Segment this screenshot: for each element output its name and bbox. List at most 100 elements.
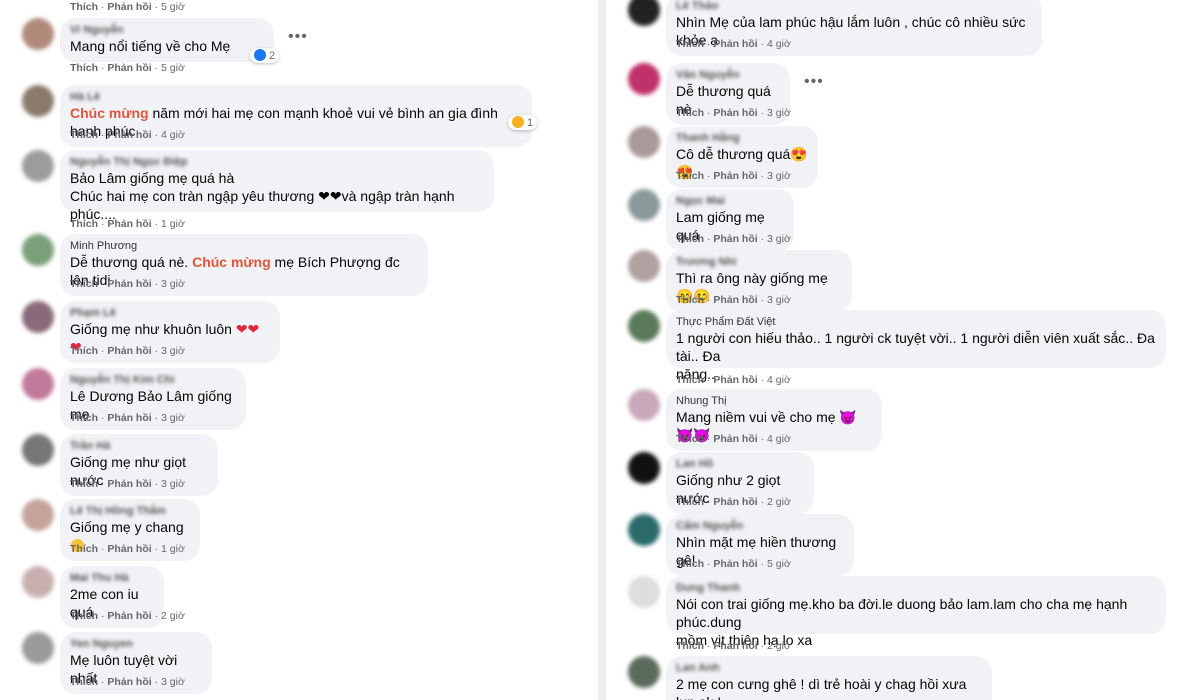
- avatar[interactable]: [628, 63, 660, 95]
- comment-time[interactable]: 3 giờ: [767, 233, 791, 245]
- reply-link[interactable]: Phản hồi: [107, 676, 151, 688]
- avatar[interactable]: [628, 656, 660, 688]
- commenter-name[interactable]: Trương Nhi: [676, 256, 842, 269]
- comment-time[interactable]: 4 giờ: [767, 38, 791, 50]
- like-link[interactable]: Thích: [70, 610, 98, 622]
- commenter-name[interactable]: Minh Phương: [70, 240, 418, 253]
- avatar[interactable]: [628, 189, 660, 221]
- like-link[interactable]: Thích: [70, 1, 98, 13]
- commenter-name[interactable]: Vân Nguyễn: [676, 69, 780, 82]
- reply-link[interactable]: Phản hồi: [713, 433, 757, 445]
- avatar[interactable]: [22, 301, 54, 333]
- avatar[interactable]: [628, 514, 660, 546]
- reply-link[interactable]: Phản hồi: [107, 412, 151, 424]
- highlight-keyword[interactable]: Chúc mừng: [192, 254, 271, 270]
- reply-link[interactable]: Phản hồi: [713, 107, 757, 119]
- commenter-name[interactable]: Lê Thảo: [676, 0, 1032, 13]
- comment-time[interactable]: 3 giờ: [767, 170, 791, 182]
- commenter-name[interactable]: Thực Phẩm Đất Việt: [676, 316, 1156, 329]
- reply-link[interactable]: Phản hồi: [107, 610, 151, 622]
- avatar[interactable]: [22, 150, 54, 182]
- avatar[interactable]: [628, 310, 660, 342]
- commenter-name[interactable]: Trần Hà: [70, 440, 208, 453]
- like-link[interactable]: Thích: [70, 412, 98, 424]
- reply-link[interactable]: Phản hồi: [713, 170, 757, 182]
- reply-link[interactable]: Phản hồi: [107, 62, 151, 74]
- avatar[interactable]: [22, 85, 54, 117]
- comment-time[interactable]: 5 giờ: [161, 62, 185, 74]
- like-link[interactable]: Thích: [70, 62, 98, 74]
- reply-link[interactable]: Phản hồi: [107, 345, 151, 357]
- avatar[interactable]: [628, 0, 660, 26]
- comment-time[interactable]: 5 giờ: [161, 1, 185, 13]
- commenter-name[interactable]: Dung Thanh: [676, 582, 1156, 595]
- like-link[interactable]: Thích: [70, 478, 98, 490]
- reply-link[interactable]: Phản hồi: [107, 129, 151, 141]
- commenter-name[interactable]: Mai Thu Hà: [70, 572, 154, 585]
- comment-time[interactable]: 3 giờ: [161, 676, 185, 688]
- like-link[interactable]: Thích: [70, 345, 98, 357]
- commenter-name[interactable]: Nguyễn Thị Ngọc Điệp: [70, 156, 484, 169]
- reply-link[interactable]: Phản hồi: [107, 1, 151, 13]
- avatar[interactable]: [22, 234, 54, 266]
- comment-time[interactable]: 1 giờ: [161, 543, 185, 555]
- reply-link[interactable]: Phản hồi: [107, 478, 151, 490]
- comment-time[interactable]: 2 giờ: [767, 496, 791, 508]
- comment-time[interactable]: 2 giờ: [161, 610, 185, 622]
- reply-link[interactable]: Phản hồi: [713, 640, 757, 652]
- comment-time[interactable]: 3 giờ: [767, 107, 791, 119]
- comment-time[interactable]: 3 giờ: [767, 294, 791, 306]
- avatar[interactable]: [628, 250, 660, 282]
- comment-time[interactable]: 4 giờ: [767, 433, 791, 445]
- reply-link[interactable]: Phản hồi: [713, 374, 757, 386]
- avatar[interactable]: [628, 576, 660, 608]
- comment-time[interactable]: 4 giờ: [767, 374, 791, 386]
- commenter-name[interactable]: Nhung Thị: [676, 395, 872, 408]
- reply-link[interactable]: Phản hồi: [713, 496, 757, 508]
- like-link[interactable]: Thích: [70, 543, 98, 555]
- commenter-name[interactable]: Lan Hồ: [676, 458, 804, 471]
- like-link[interactable]: Thích: [676, 433, 704, 445]
- more-options-icon[interactable]: •••: [804, 73, 824, 91]
- commenter-name[interactable]: Phạm Lê: [70, 307, 270, 320]
- reply-link[interactable]: Phản hồi: [107, 218, 151, 230]
- reaction-badge[interactable]: 2: [250, 48, 280, 63]
- avatar[interactable]: [22, 499, 54, 531]
- like-link[interactable]: Thích: [676, 170, 704, 182]
- avatar[interactable]: [22, 368, 54, 400]
- like-link[interactable]: Thích: [70, 676, 98, 688]
- commenter-name[interactable]: Thanh Hằng: [676, 132, 808, 145]
- reply-link[interactable]: Phản hồi: [713, 558, 757, 570]
- reply-link[interactable]: Phản hồi: [713, 38, 757, 50]
- reply-link[interactable]: Phản hồi: [713, 233, 757, 245]
- like-link[interactable]: Thích: [676, 38, 704, 50]
- like-link[interactable]: Thích: [676, 374, 704, 386]
- commenter-name[interactable]: Ngọc Mai: [676, 195, 784, 208]
- like-link[interactable]: Thích: [676, 496, 704, 508]
- comment-time[interactable]: 3 giờ: [161, 345, 185, 357]
- avatar[interactable]: [22, 18, 54, 50]
- reply-link[interactable]: Phản hồi: [713, 294, 757, 306]
- comment-time[interactable]: 5 giờ: [767, 558, 791, 570]
- avatar[interactable]: [22, 566, 54, 598]
- commenter-name[interactable]: Lê Thị Hồng Thắm: [70, 505, 190, 518]
- commenter-name[interactable]: Hà Lê: [70, 91, 522, 104]
- avatar[interactable]: [628, 452, 660, 484]
- comment-time[interactable]: 4 giờ: [161, 129, 185, 141]
- comment-time[interactable]: 3 giờ: [161, 278, 185, 290]
- like-link[interactable]: Thích: [676, 558, 704, 570]
- like-link[interactable]: Thích: [70, 129, 98, 141]
- avatar[interactable]: [628, 389, 660, 421]
- like-link[interactable]: Thích: [676, 294, 704, 306]
- commenter-name[interactable]: Nguyễn Thị Kim Chi: [70, 374, 236, 387]
- comment-time[interactable]: 3 giờ: [161, 478, 185, 490]
- commenter-name[interactable]: Cẩm Nguyễn: [676, 520, 844, 533]
- like-link[interactable]: Thích: [676, 107, 704, 119]
- reply-link[interactable]: Phản hồi: [107, 278, 151, 290]
- avatar[interactable]: [22, 434, 54, 466]
- like-link[interactable]: Thích: [70, 218, 98, 230]
- avatar[interactable]: [628, 126, 660, 158]
- like-link[interactable]: Thích: [676, 640, 704, 652]
- comment-time[interactable]: 2 giờ: [767, 640, 791, 652]
- like-link[interactable]: Thích: [676, 233, 704, 245]
